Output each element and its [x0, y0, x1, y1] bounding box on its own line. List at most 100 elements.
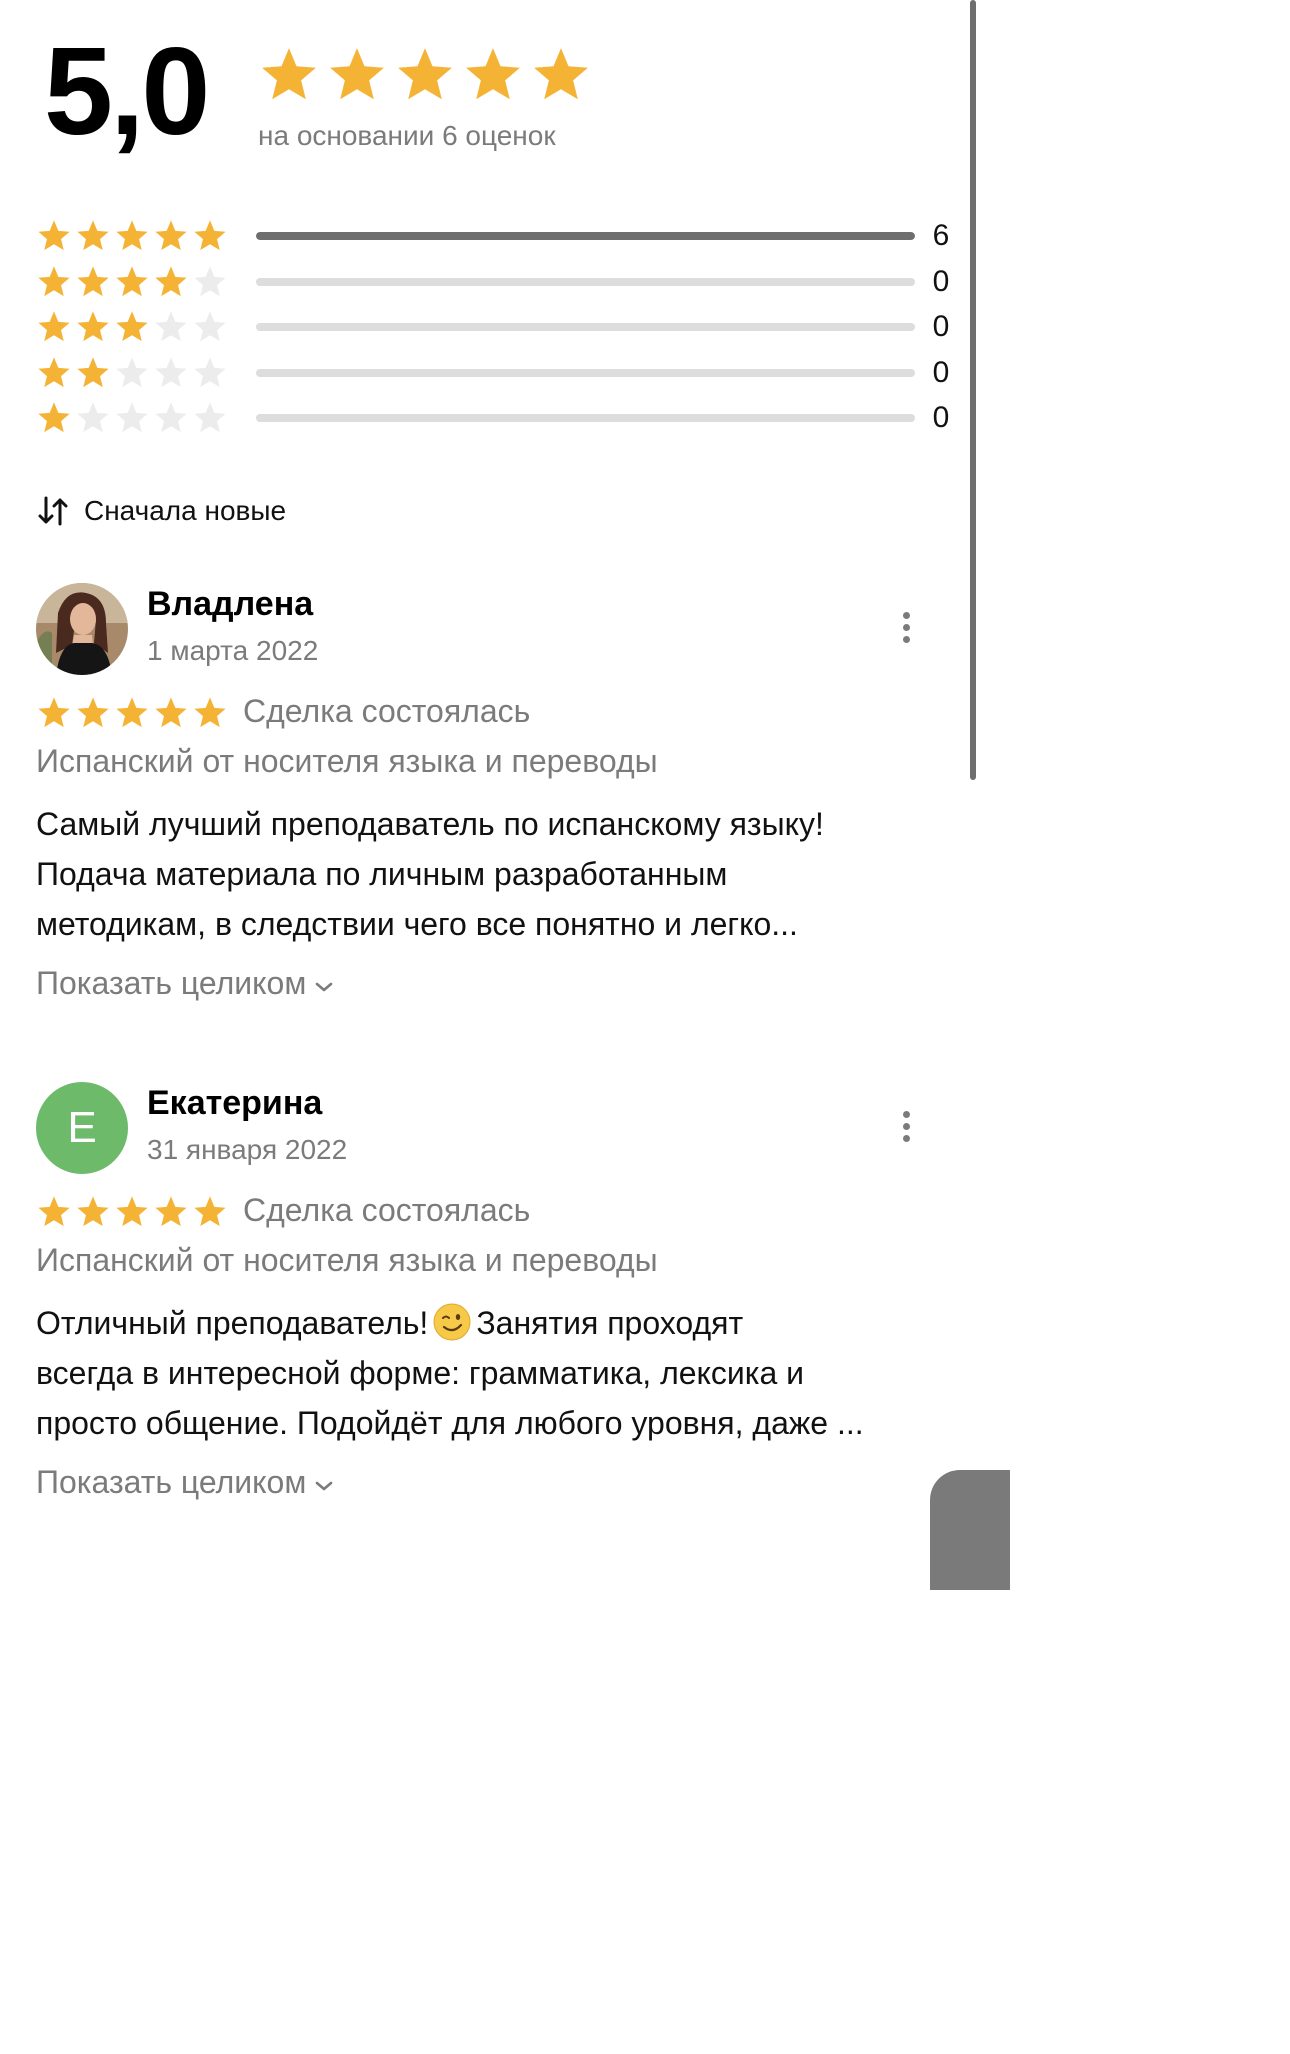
- review-text-segment: Занятия проходят: [476, 1305, 744, 1341]
- star-empty-icon: [192, 264, 228, 300]
- service-name[interactable]: Испанский от носителя языка и переводы: [36, 1242, 658, 1279]
- star-filled-icon: [530, 44, 592, 106]
- star-filled-icon: [75, 264, 111, 300]
- review-text-line: Отличный преподаватель! Занятия проходят: [36, 1298, 948, 1348]
- rating-distribution-row-5[interactable]: 6: [36, 216, 956, 256]
- review-text-line: методикам, в следствии чего все понятно …: [36, 906, 798, 942]
- star-filled-icon: [75, 355, 111, 391]
- star-filled-icon: [192, 1194, 228, 1230]
- review-card: E Екатерина 31 января 2022 Сделка состоя…: [36, 1082, 946, 1512]
- star-filled-icon: [75, 309, 111, 345]
- review-text-line: Подача материала по личным разработанным: [36, 856, 728, 892]
- reviewer-name[interactable]: Владлена: [147, 585, 313, 624]
- sort-button[interactable]: Сначала новые: [36, 494, 286, 528]
- review-date: 1 марта 2022: [147, 635, 319, 666]
- star-filled-icon: [114, 695, 150, 731]
- more-options-button[interactable]: [892, 607, 920, 647]
- row-stars: [36, 309, 236, 345]
- average-rating: 5,0: [44, 23, 210, 161]
- rating-distribution-row-2[interactable]: 0: [36, 353, 956, 393]
- show-full-label: Показать целиком: [36, 1464, 307, 1500]
- deal-status: Сделка состоялась: [243, 1192, 531, 1228]
- distribution-bar: [256, 278, 915, 286]
- star-filled-icon: [36, 695, 72, 731]
- row-stars: [36, 355, 236, 391]
- star-empty-icon: [153, 309, 189, 345]
- star-filled-icon: [114, 1194, 150, 1230]
- star-filled-icon: [36, 400, 72, 436]
- distribution-bar: [256, 323, 915, 331]
- star-filled-icon: [153, 218, 189, 254]
- star-filled-icon: [192, 218, 228, 254]
- star-filled-icon: [36, 309, 72, 345]
- review-text-segment: Отличный преподаватель!: [36, 1305, 429, 1341]
- chevron-down-icon: [316, 1481, 333, 1490]
- show-full-button[interactable]: Показать целиком: [36, 965, 334, 1002]
- show-full-label: Показать целиком: [36, 965, 307, 1001]
- star-filled-icon: [36, 355, 72, 391]
- service-name[interactable]: Испанский от носителя языка и переводы: [36, 743, 658, 780]
- show-full-button[interactable]: Показать целиком: [36, 1464, 334, 1501]
- star-filled-icon: [114, 309, 150, 345]
- star-empty-icon: [114, 355, 150, 391]
- star-empty-icon: [192, 309, 228, 345]
- rating-distribution-row-3[interactable]: 0: [36, 307, 956, 347]
- star-filled-icon: [75, 218, 111, 254]
- review-text-line: просто общение. Подойдёт для любого уров…: [36, 1405, 864, 1441]
- star-filled-icon: [192, 695, 228, 731]
- star-filled-icon: [36, 218, 72, 254]
- row-stars: [36, 264, 236, 300]
- row-stars: [36, 400, 236, 436]
- star-filled-icon: [258, 44, 320, 106]
- star-filled-icon: [326, 44, 388, 106]
- row-stars: [36, 218, 236, 254]
- star-filled-icon: [153, 695, 189, 731]
- rating-distribution-row-4[interactable]: 0: [36, 262, 956, 302]
- scrollbar[interactable]: [970, 0, 976, 780]
- review-text: Отличный преподаватель! Занятия проходят…: [36, 1298, 948, 1448]
- avatar[interactable]: E: [36, 1082, 128, 1174]
- reviewer-name[interactable]: Екатерина: [147, 1084, 322, 1123]
- star-filled-icon: [394, 44, 456, 106]
- rating-distribution-row-1[interactable]: 0: [36, 398, 956, 438]
- avatar[interactable]: [36, 583, 128, 675]
- deal-status: Сделка состоялась: [243, 693, 531, 729]
- review-text-line: Самый лучший преподаватель по испанскому…: [36, 806, 824, 842]
- floating-button-edge[interactable]: [930, 1470, 1010, 1590]
- distribution-count: 0: [932, 356, 950, 389]
- star-empty-icon: [192, 355, 228, 391]
- star-filled-icon: [36, 1194, 72, 1230]
- winking-face-emoji-icon: [433, 1303, 471, 1341]
- star-filled-icon: [462, 44, 524, 106]
- chevron-down-icon: [316, 982, 333, 991]
- distribution-bar: [256, 369, 915, 377]
- review-card: Владлена 1 марта 2022 Сделка состоялась …: [36, 583, 946, 1013]
- ratings-count-caption: на основании 6 оценок: [258, 120, 556, 151]
- more-options-button[interactable]: [892, 1106, 920, 1146]
- star-empty-icon: [153, 355, 189, 391]
- distribution-count: 6: [932, 219, 950, 252]
- review-date: 31 января 2022: [147, 1134, 348, 1165]
- distribution-bar: [256, 232, 915, 240]
- star-empty-icon: [153, 400, 189, 436]
- distribution-count: 0: [932, 265, 950, 298]
- distribution-bar: [256, 414, 915, 422]
- star-filled-icon: [75, 695, 111, 731]
- distribution-count: 0: [932, 310, 950, 343]
- star-filled-icon: [153, 264, 189, 300]
- avatar-photo: [36, 583, 128, 675]
- star-filled-icon: [36, 264, 72, 300]
- sort-label: Сначала новые: [84, 495, 287, 526]
- review-text: Самый лучший преподаватель по испанскому…: [36, 799, 948, 949]
- sort-arrows-icon: [38, 496, 68, 526]
- average-rating-stars: [258, 44, 592, 106]
- star-filled-icon: [114, 218, 150, 254]
- star-filled-icon: [75, 1194, 111, 1230]
- review-rating-stars: [36, 695, 228, 731]
- star-filled-icon: [114, 264, 150, 300]
- review-rating-stars: [36, 1194, 228, 1230]
- star-empty-icon: [114, 400, 150, 436]
- distribution-count: 0: [932, 401, 950, 434]
- distribution-bar-fill: [256, 232, 915, 240]
- star-empty-icon: [192, 400, 228, 436]
